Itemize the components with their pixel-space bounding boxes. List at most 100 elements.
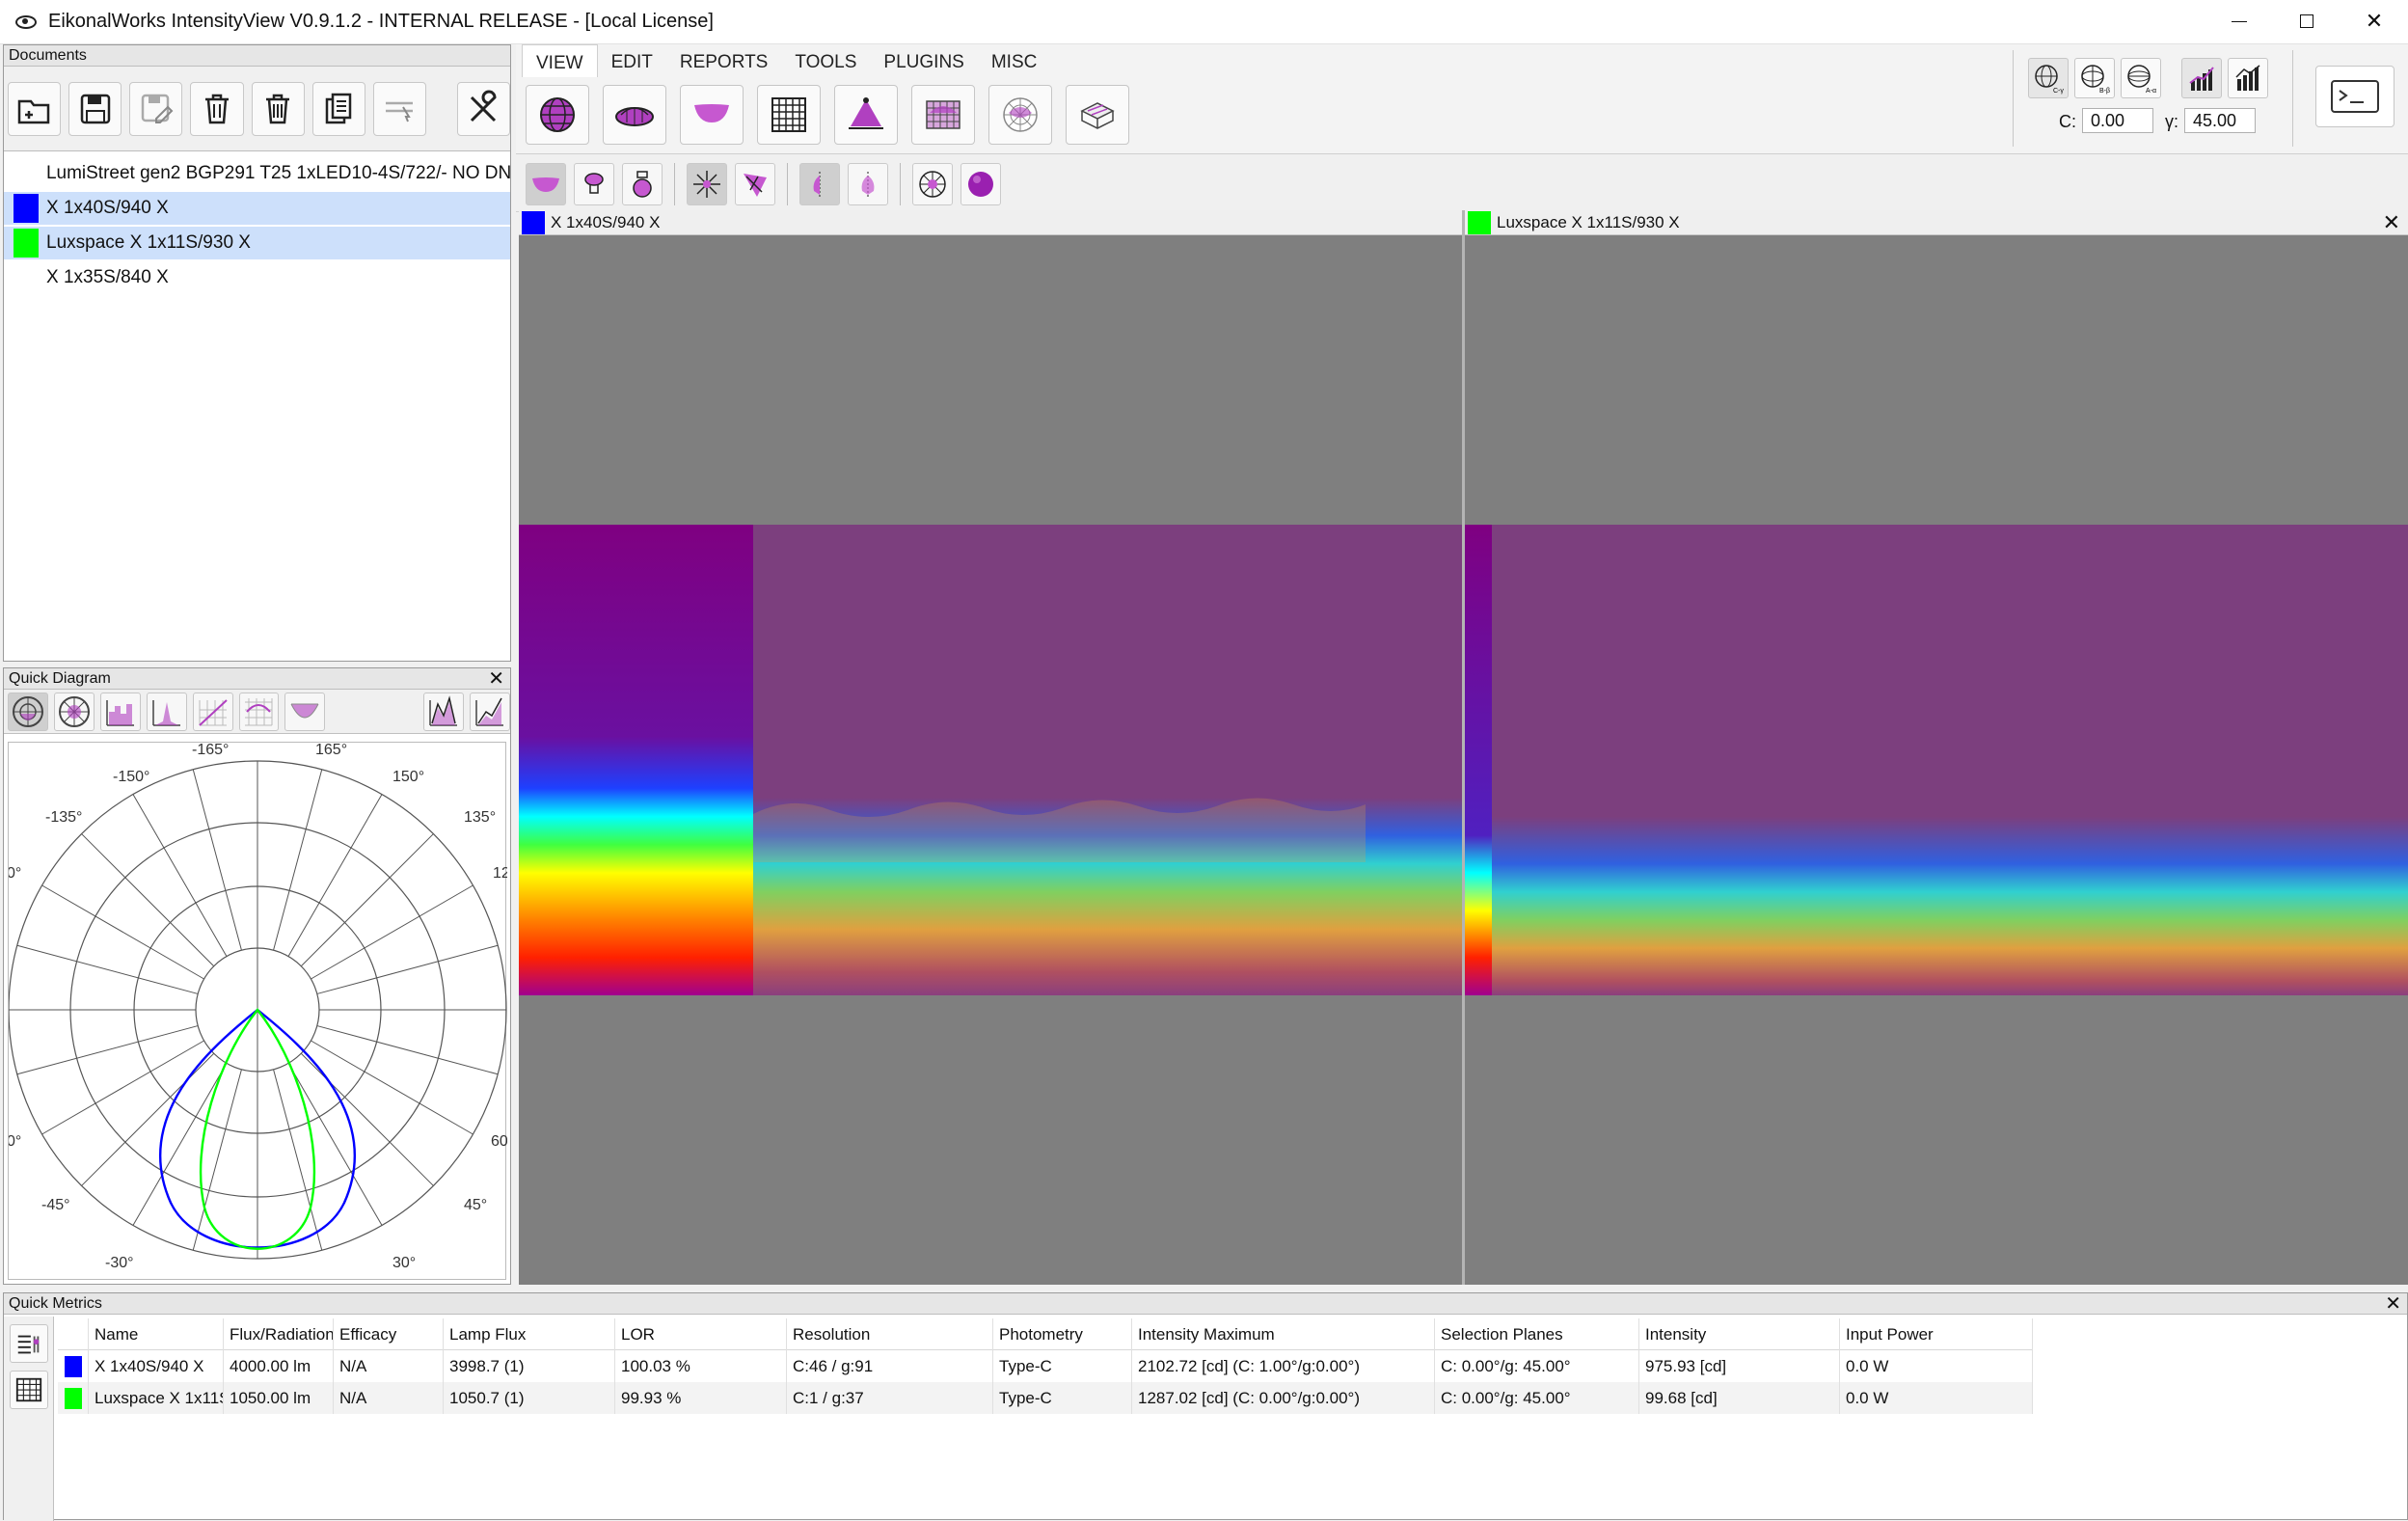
beam-mode-button[interactable]	[526, 162, 566, 205]
column-header[interactable]: LOR	[615, 1317, 787, 1350]
intensity-heatmap-left[interactable]	[519, 525, 1462, 995]
table-cell: Luxspace X 1x11S/930 X	[89, 1382, 224, 1414]
heatmap-view-button[interactable]	[911, 85, 975, 145]
tab-reports[interactable]: REPORTS	[666, 44, 782, 77]
histogram-button[interactable]	[99, 692, 141, 731]
beam-view-button[interactable]	[680, 85, 744, 145]
close-icon[interactable]: ✕	[2383, 210, 2400, 235]
document-item[interactable]: Luxspace X 1x11S/930 X	[4, 227, 510, 259]
polar-angle-label: -30°	[105, 1255, 134, 1271]
save-button[interactable]	[68, 81, 122, 136]
column-header[interactable]: Name	[89, 1317, 224, 1350]
tab-tools[interactable]: TOOLS	[781, 44, 870, 77]
column-header[interactable]: Flux/Radiation	[224, 1317, 334, 1350]
compare-button[interactable]	[372, 81, 426, 136]
document-color-swatch	[14, 229, 39, 258]
polar-angle-label: -165°	[192, 743, 229, 758]
line-chart-button[interactable]	[192, 692, 233, 731]
intensity-heatmap-right[interactable]	[1465, 525, 2408, 995]
histogram-icon	[106, 699, 134, 726]
column-header[interactable]: Selection Planes	[1435, 1317, 1639, 1350]
isolines-button[interactable]	[687, 162, 727, 205]
document-item[interactable]: LumiStreet gen2 BGP291 T25 1xLED10-4S/72…	[4, 157, 510, 190]
open-folder-button[interactable]	[8, 81, 62, 136]
tab-edit[interactable]: EDIT	[598, 44, 666, 77]
bar-chart-button[interactable]	[2228, 58, 2268, 98]
quick-metrics-header: Quick Metrics ✕	[4, 1293, 2407, 1315]
solid-sphere-button[interactable]	[960, 162, 1001, 205]
cone-icon	[849, 97, 883, 129]
a-alpha-system-button[interactable]: A-α	[2121, 58, 2161, 98]
column-header[interactable]: Resolution	[787, 1317, 993, 1350]
b-beta-system-button[interactable]: B-β	[2074, 58, 2115, 98]
table-icon	[15, 1377, 42, 1402]
column-header[interactable]: Efficacy	[334, 1317, 444, 1350]
tab-plugins[interactable]: PLUGINS	[870, 44, 977, 77]
close-icon[interactable]: ✕	[488, 668, 504, 690]
heatmap-peak-strip	[519, 525, 753, 995]
sector-button[interactable]	[735, 162, 775, 205]
close-window-button[interactable]: ✕	[2340, 0, 2408, 42]
polar-diagram-canvas[interactable]: -165° 165° -150° 150° -135° 135° 0° 12 0° 60 -45° 4…	[7, 742, 510, 1308]
polar-angle-label: -45°	[41, 1197, 70, 1213]
document-item[interactable]: X 1x35S/840 X	[4, 261, 510, 294]
grid-chart-button[interactable]	[238, 692, 280, 731]
symmetry-half-button[interactable]	[799, 162, 840, 205]
lamp-button[interactable]	[622, 162, 663, 205]
column-header[interactable]: Intensity	[1639, 1317, 1840, 1350]
tab-view[interactable]: VIEW	[522, 44, 598, 77]
c-gamma-system-button[interactable]: C-γ	[2028, 58, 2069, 98]
quick-metrics-panel: Quick Metrics ✕ Name Flux/Radiation Effi…	[3, 1292, 2408, 1521]
luminaire-3d-icon	[615, 107, 654, 126]
c-angle-input[interactable]: 0.00	[2082, 108, 2153, 133]
chart-mode-button[interactable]	[2181, 58, 2222, 98]
metrics-list-button[interactable]	[10, 1324, 48, 1363]
documents-panel: Documents LumiStreet gen2 BGP291 T25 1xL…	[3, 44, 511, 662]
tab-misc[interactable]: MISC	[978, 44, 1051, 77]
polar-angle-label: 30°	[392, 1255, 416, 1271]
symmetry-full-button[interactable]	[848, 162, 888, 205]
beam-shape-button[interactable]	[284, 692, 326, 731]
peak-chart-button[interactable]	[146, 692, 187, 731]
wireframe-sphere-button[interactable]	[912, 162, 953, 205]
delete-button[interactable]	[190, 81, 244, 136]
luminaire-3d-button[interactable]	[603, 85, 666, 145]
gamma-angle-input[interactable]: 45.00	[2184, 108, 2256, 133]
maximize-button[interactable]	[2273, 0, 2340, 42]
polar-angle-label: 12	[493, 865, 507, 882]
tools-button[interactable]	[456, 81, 510, 136]
column-header[interactable]: Lamp Flux	[444, 1317, 615, 1350]
column-header[interactable]: Intensity Maximum	[1132, 1317, 1435, 1350]
table-row[interactable]: X 1x40S/940 X 4000.00 lm N/A 3998.7 (1) …	[58, 1350, 2033, 1382]
table-row[interactable]: Luxspace X 1x11S/930 X 1050.00 lm N/A 10…	[58, 1382, 2033, 1414]
row-color-swatch	[58, 1350, 89, 1382]
polar-angle-label: -135°	[45, 809, 82, 826]
curve-overlay-button[interactable]	[423, 692, 465, 731]
svg-text:C-γ: C-γ	[2053, 88, 2064, 95]
cartesian-polar-button[interactable]	[53, 692, 95, 731]
table-cell: 4000.00 lm	[224, 1350, 334, 1382]
document-item[interactable]: X 1x40S/940 X	[4, 192, 510, 225]
polar-diagram-button[interactable]	[8, 692, 48, 731]
minimize-button[interactable]	[2205, 0, 2273, 42]
console-button[interactable]	[2315, 66, 2394, 127]
bulb-button[interactable]	[574, 162, 614, 205]
column-header[interactable]: Photometry	[993, 1317, 1132, 1350]
table-view-button[interactable]	[757, 85, 821, 145]
cone-view-button[interactable]	[834, 85, 898, 145]
ribbon: VIEW EDIT REPORTS TOOLS PLUGINS MISC C-γ…	[516, 44, 2408, 154]
view-pane-header: X 1x40S/940 X	[519, 210, 1462, 235]
metrics-table-button[interactable]	[10, 1371, 48, 1409]
save-as-button[interactable]	[129, 81, 183, 136]
table-cell: 0.0 W	[1840, 1350, 2033, 1382]
ribbon-right-group: C-γ B-β A-α C: 0.00 γ: 45.00	[2013, 44, 2408, 154]
column-header[interactable]: Input Power	[1840, 1317, 2033, 1350]
curve-compare-button[interactable]	[470, 692, 510, 731]
isometric-view-button[interactable]	[1066, 85, 1129, 145]
globe-view-button[interactable]	[526, 85, 589, 145]
delete-all-button[interactable]	[251, 81, 305, 136]
polar-grid-view-button[interactable]	[988, 85, 1052, 145]
globe-bb-icon: B-β	[2081, 65, 2110, 95]
copy-button[interactable]	[311, 81, 365, 136]
close-icon[interactable]: ✕	[2385, 1293, 2401, 1315]
